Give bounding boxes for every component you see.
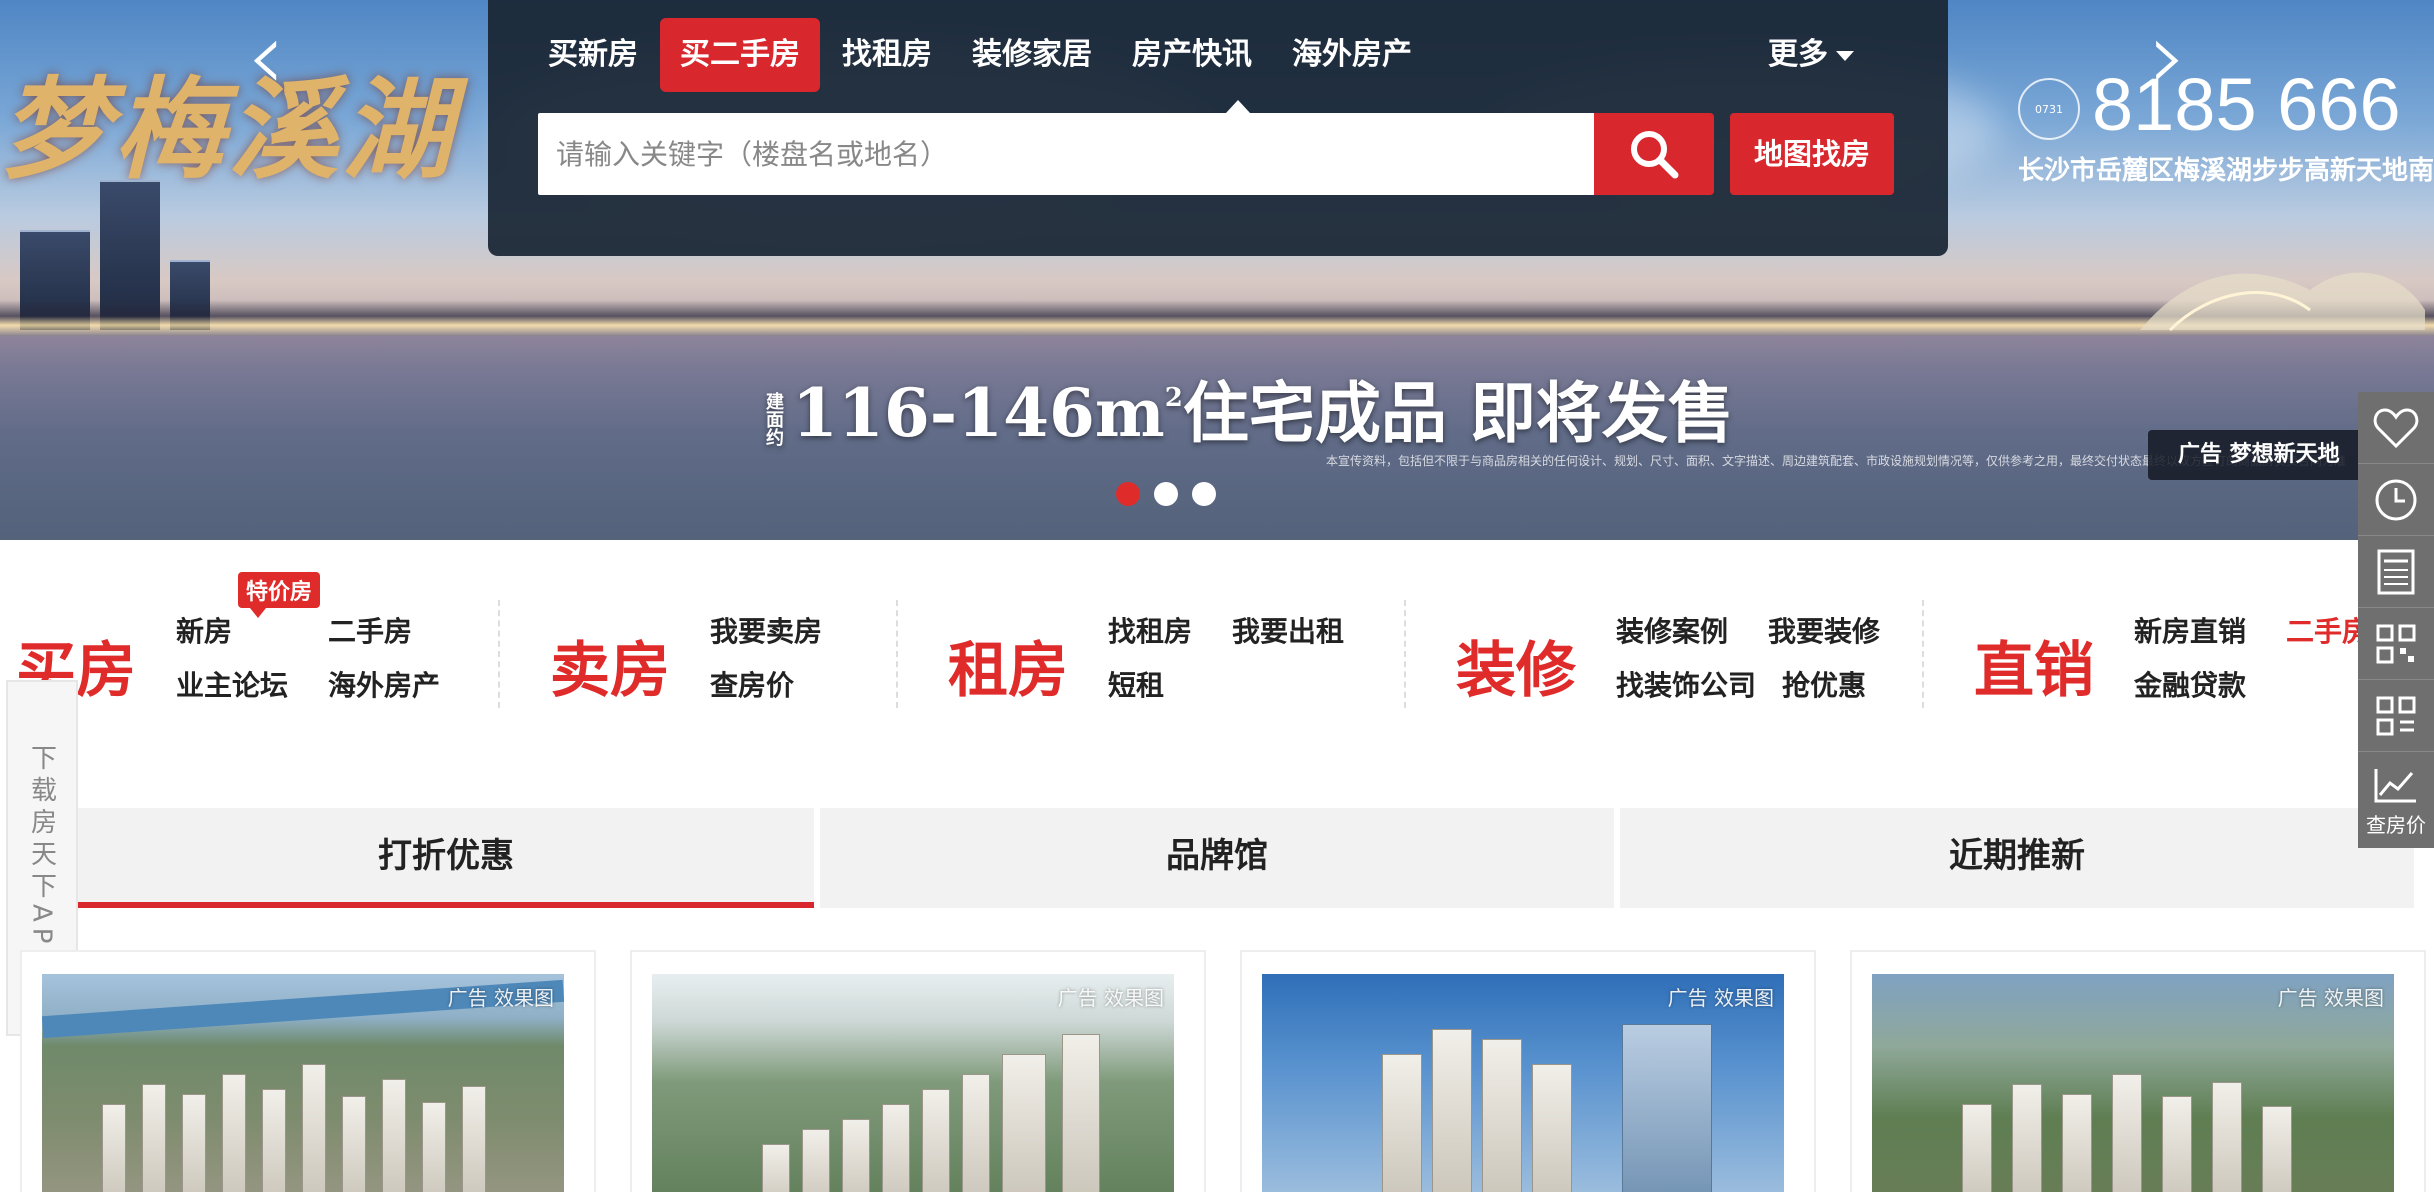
banner-slogan: 建面约 116-146m2住宅成品 即将发售 <box>763 374 1734 452</box>
phone-logo-icon: 0731 <box>2018 78 2080 140</box>
link-grab-deals[interactable]: 抢优惠 <box>1782 664 1866 704</box>
tab-brand-hall[interactable]: 品牌馆 <box>820 808 1614 908</box>
search-panel: 买新房 买二手房 找租房 装修家居 房产快讯 海外房产 更多 地图找房 <box>488 0 1948 256</box>
trend-icon <box>2374 768 2416 802</box>
banner-ad-label[interactable]: 广告 梦想新天地 <box>2148 430 2378 480</box>
app-qrcode-icon <box>2376 696 2416 735</box>
category-title-rent[interactable]: 租房 <box>948 622 1068 709</box>
category-title-sell[interactable]: 卖房 <box>550 622 670 709</box>
history-button[interactable] <box>2358 464 2434 536</box>
chevron-down-icon <box>1836 50 1854 61</box>
listing-image: 广告 效果图 <box>42 974 564 1192</box>
search-icon <box>1631 131 1679 179</box>
search-tab-rent[interactable]: 找租房 <box>822 18 952 92</box>
listing-image: 广告 效果图 <box>1262 974 1784 1192</box>
search-tab-second-hand[interactable]: 买二手房 <box>660 18 820 92</box>
tab-new-launches[interactable]: 近期推新 <box>1620 808 2414 908</box>
listing-tabs: 打折优惠 品牌馆 近期推新 <box>78 808 2418 908</box>
download-app-label: 下载房天下APP <box>26 744 57 972</box>
link-find-decorator[interactable]: 找装饰公司 <box>1616 664 1756 704</box>
check-price-button[interactable]: 查房价 <box>2358 752 2434 848</box>
ad-render-tag: 广告 效果图 <box>1667 986 1774 1010</box>
map-search-button[interactable]: 地图找房 <box>1730 113 1894 195</box>
category-sell: 卖房 我要卖房 查房价 <box>500 570 900 720</box>
link-new-house[interactable]: 新房 <box>176 610 232 650</box>
qrcode-button[interactable] <box>2358 608 2434 680</box>
listing-card[interactable]: 广告 效果图 <box>630 950 1206 1192</box>
link-second-hand[interactable]: 二手房 <box>328 610 412 650</box>
banner-next-arrow-icon[interactable]: › <box>2138 8 2198 108</box>
favorites-button[interactable] <box>2358 392 2434 464</box>
search-tab-new-house[interactable]: 买新房 <box>528 18 658 92</box>
link-decoration-cases[interactable]: 装修案例 <box>1616 610 1728 650</box>
category-title-direct-sale[interactable]: 直销 <box>1974 622 2094 709</box>
banner-dot-1[interactable] <box>1116 482 1140 506</box>
category-nav: 买房 特价房 新房 二手房 业主论坛 海外房产 卖房 我要卖房 查房价 租房 找… <box>0 570 2380 720</box>
ad-render-tag: 广告 效果图 <box>2277 986 2384 1010</box>
link-owner-forum[interactable]: 业主论坛 <box>176 664 288 704</box>
link-check-price[interactable]: 查房价 <box>710 664 794 704</box>
more-dropdown[interactable]: 更多 <box>1768 18 1854 92</box>
check-price-label: 查房价 <box>2366 812 2426 837</box>
link-sell-house[interactable]: 我要卖房 <box>710 610 822 650</box>
app-qrcode-button[interactable] <box>2358 680 2434 752</box>
listing-cards: 广告 效果图 广告 效果图 广告 效果图 广告 效果图 <box>0 950 2434 1192</box>
banner-address: 长沙市岳麓区梅溪湖步步高新天地南 <box>2018 156 2434 186</box>
category-divider <box>1404 600 1406 708</box>
search-tab-decoration[interactable]: 装修家居 <box>952 18 1112 92</box>
link-finance-loan[interactable]: 金融贷款 <box>2134 664 2246 704</box>
category-decoration: 装修 装修案例 我要装修 找装饰公司 抢优惠 <box>1410 570 1920 720</box>
ad-render-tag: 广告 效果图 <box>1057 986 1164 1010</box>
tab-discounts[interactable]: 打折优惠 <box>78 808 814 908</box>
category-title-decoration[interactable]: 装修 <box>1456 622 1576 709</box>
listing-card[interactable]: 广告 效果图 <box>1850 950 2426 1192</box>
listing-image: 广告 效果图 <box>1872 974 2394 1192</box>
listing-image: 广告 效果图 <box>652 974 1174 1192</box>
banner-pagination <box>1116 482 1216 506</box>
search-tab-overseas[interactable]: 海外房产 <box>1272 18 1432 92</box>
skyline <box>0 300 2434 336</box>
active-tab-pointer <box>1226 100 1250 113</box>
search-tabs: 买新房 买二手房 找租房 装修家居 房产快讯 海外房产 <box>528 18 1432 92</box>
link-rent-out[interactable]: 我要出租 <box>1232 610 1344 650</box>
search-button[interactable] <box>1594 113 1714 195</box>
banner-dot-2[interactable] <box>1154 482 1178 506</box>
link-short-rent[interactable]: 短租 <box>1108 664 1164 704</box>
clock-icon <box>2375 479 2417 520</box>
calculator-button[interactable] <box>2358 536 2434 608</box>
listing-card[interactable]: 广告 效果图 <box>1240 950 1816 1192</box>
qrcode-icon <box>2376 624 2416 663</box>
special-offer-badge: 特价房 <box>238 572 321 618</box>
category-direct-sale: 直销 新房直销 二手房 金融贷款 <box>1926 570 2380 720</box>
category-rent: 租房 找租房 我要出租 短租 <box>900 570 1400 720</box>
listing-card[interactable]: 广告 效果图 <box>20 950 596 1192</box>
category-divider <box>1922 600 1924 708</box>
search-tab-news[interactable]: 房产快讯 <box>1112 18 1272 92</box>
right-sidebar: 查房价 <box>2358 392 2434 848</box>
banner-calligraphy: 梦梅溪湖 <box>0 65 456 194</box>
link-overseas[interactable]: 海外房产 <box>328 664 440 704</box>
link-new-house-direct[interactable]: 新房直销 <box>2134 610 2246 650</box>
calculator-icon <box>2377 549 2415 594</box>
banner-prev-arrow-icon[interactable]: ‹ <box>236 8 296 108</box>
opera-house-graphic <box>2140 272 2425 332</box>
link-find-rent[interactable]: 找租房 <box>1108 610 1192 650</box>
search-input[interactable] <box>538 113 1594 195</box>
category-divider <box>896 600 898 708</box>
ad-render-tag: 广告 效果图 <box>447 986 554 1010</box>
link-want-decoration[interactable]: 我要装修 <box>1768 610 1880 650</box>
heart-icon <box>2373 407 2419 448</box>
banner-dot-3[interactable] <box>1192 482 1216 506</box>
